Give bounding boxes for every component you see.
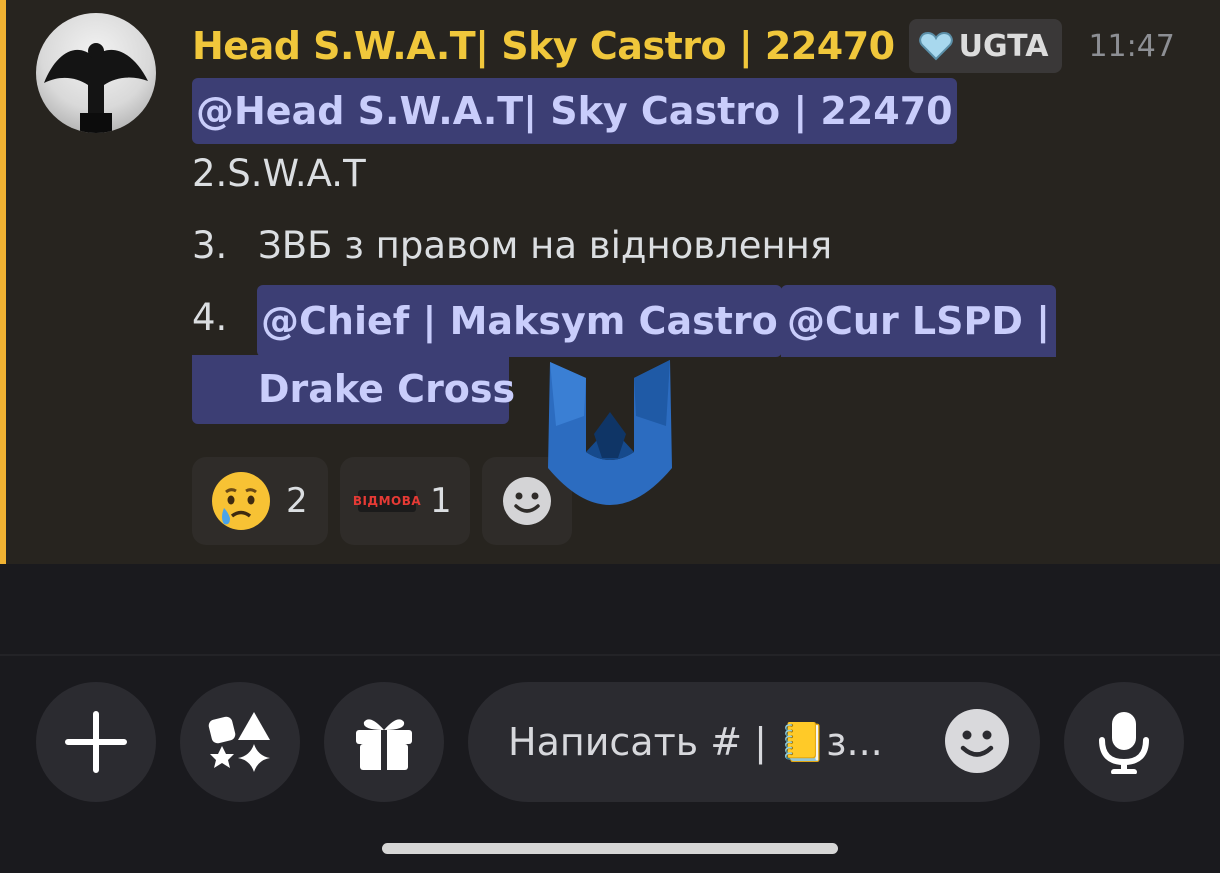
message: Head S.W.A.T| Sky Castro | 22470 UGTA 11… [0, 0, 1220, 564]
reaction-crying[interactable]: 2 [192, 457, 328, 545]
message-line-3: ЗВБ з правом на відновлення [258, 224, 833, 267]
vidmova-sticker-icon: ВІДМОВА [353, 490, 421, 512]
u-logo-icon [548, 360, 672, 505]
author-name[interactable]: Head S.W.A.T| Sky Castro | 22470 [192, 24, 895, 68]
angel-statue-icon [44, 43, 148, 133]
reaction-count: 1 [430, 481, 452, 521]
apps-icon [208, 712, 270, 772]
heart-icon [918, 31, 953, 61]
mention-drake[interactable]: Drake Cross [258, 355, 515, 424]
gift-button[interactable] [324, 682, 444, 802]
message-input[interactable]: Написать # | 📒з... [468, 682, 1040, 802]
mention-chief[interactable]: @Chief | Maksym Castro [257, 285, 782, 357]
apps-button[interactable] [180, 682, 300, 802]
voice-button[interactable] [1064, 682, 1184, 802]
crying-face-icon [212, 472, 270, 530]
mention-author[interactable]: @Head S.W.A.T| Sky Castro | 22470 [192, 78, 957, 144]
mic-icon [1099, 712, 1149, 774]
message-input-placeholder: Написать # | 📒з... [508, 720, 883, 764]
home-indicator[interactable] [382, 843, 838, 854]
reactions-bar: 2 ВІДМОВА 1 [192, 457, 572, 545]
reaction-count: 2 [286, 481, 308, 521]
divider [0, 654, 1220, 656]
highlight-bar [0, 0, 6, 564]
avatar[interactable] [36, 13, 156, 133]
list-number-4: 4. [192, 296, 228, 339]
gift-icon [356, 719, 412, 772]
mention-cur[interactable]: @Cur LSPD | [781, 285, 1056, 357]
tag-label: UGTA [958, 28, 1049, 64]
timestamp: 11:47 [1088, 28, 1175, 64]
message-header: Head S.W.A.T| Sky Castro | 22470 UGTA 11… [192, 18, 1175, 74]
add-attachment-button[interactable] [36, 682, 156, 802]
plus-icon [65, 711, 127, 773]
message-line-2: 2.S.W.A.T [192, 152, 366, 195]
emoji-icon[interactable] [944, 708, 1010, 774]
list-number-3: 3. [192, 224, 228, 267]
reaction-vidmova[interactable]: ВІДМОВА 1 [340, 457, 470, 545]
server-tag[interactable]: UGTA [908, 19, 1063, 73]
